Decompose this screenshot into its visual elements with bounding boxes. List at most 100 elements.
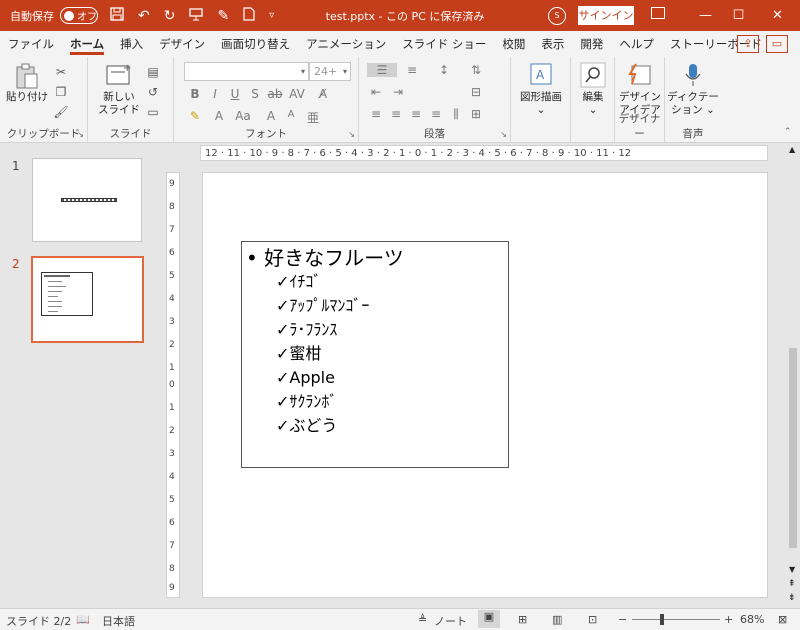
- notes-icon[interactable]: ≜: [418, 613, 427, 626]
- decrease-indent-icon[interactable]: ⇤: [367, 85, 385, 99]
- vertical-scrollbar[interactable]: ▲ ▼ ⇞ ⇟: [786, 143, 800, 608]
- accessibility-icon[interactable]: 📖: [76, 613, 90, 626]
- list-item[interactable]: ✓ぶどう: [276, 414, 369, 438]
- slide-thumbnail-2[interactable]: [31, 256, 144, 343]
- comment-icon[interactable]: ▭: [766, 35, 788, 53]
- font-color-icon[interactable]: A: [210, 109, 228, 123]
- bullets-icon[interactable]: ☰: [367, 63, 397, 77]
- smartart-icon[interactable]: ⊞: [467, 107, 485, 121]
- font-launcher-icon[interactable]: ↘: [348, 130, 355, 139]
- redo-icon[interactable]: ↻: [164, 8, 176, 24]
- autosave-toggle[interactable]: オフ: [60, 7, 98, 24]
- copy-icon[interactable]: ❐: [50, 83, 72, 101]
- font-size-combo[interactable]: 24+ ▾: [309, 62, 351, 81]
- normal-view-icon[interactable]: ▣: [478, 610, 500, 628]
- slide-sorter-icon[interactable]: ⊞: [518, 613, 527, 626]
- new-slide-button[interactable]: + 新しい スライド: [96, 62, 142, 117]
- slideshow-view-icon[interactable]: ⊡: [588, 613, 597, 626]
- scroll-up-icon[interactable]: ▲: [789, 145, 795, 154]
- increase-indent-icon[interactable]: ⇥: [389, 85, 407, 99]
- scroll-down-icon[interactable]: ▼: [789, 565, 795, 574]
- highlight-icon[interactable]: ✎: [186, 109, 204, 123]
- slide-thumbnail-1[interactable]: [32, 158, 142, 242]
- paragraph-launcher-icon[interactable]: ↘: [500, 130, 507, 139]
- list-item[interactable]: ✓ｻｸﾗﾝﾎﾞ: [276, 390, 369, 414]
- list-item[interactable]: ✓蜜柑: [276, 342, 369, 366]
- present-icon[interactable]: [189, 7, 204, 25]
- tab-insert[interactable]: 挿入: [112, 31, 151, 57]
- numbering-icon[interactable]: ≡: [403, 63, 421, 77]
- next-slide-icon[interactable]: ⇟: [788, 593, 796, 603]
- bold-icon[interactable]: B: [186, 87, 204, 101]
- align-text-icon[interactable]: ⊟: [467, 85, 485, 99]
- zoom-level[interactable]: 68%: [740, 613, 764, 626]
- design-ideas-button[interactable]: デザイン アイデア: [617, 62, 663, 117]
- drawing-button[interactable]: A 図形描画 ⌄: [513, 62, 569, 117]
- tab-design[interactable]: デザイン: [151, 31, 213, 57]
- shadow-icon[interactable]: S: [246, 87, 264, 101]
- tab-help[interactable]: ヘルプ: [611, 31, 662, 57]
- line-spacing-icon[interactable]: ↕: [435, 63, 453, 77]
- notes-button[interactable]: ノート: [434, 613, 467, 629]
- zoom-out-button[interactable]: −: [618, 613, 627, 626]
- save-icon[interactable]: [110, 6, 124, 25]
- zoom-slider-track[interactable]: [632, 619, 720, 620]
- scrollbar-thumb[interactable]: [789, 348, 797, 548]
- reading-view-icon[interactable]: ▥: [552, 613, 562, 626]
- format-painter-qa-icon[interactable]: ✎: [217, 8, 229, 24]
- fit-to-window-icon[interactable]: ⊠: [778, 613, 787, 626]
- tab-transitions[interactable]: 画面切り替え: [213, 31, 298, 57]
- char-spacing-icon[interactable]: AV: [288, 87, 306, 101]
- paste-button[interactable]: 貼り付け: [6, 62, 48, 104]
- grow-font-icon[interactable]: A: [262, 109, 280, 123]
- tab-view[interactable]: 表示: [533, 31, 572, 57]
- share-icon[interactable]: ⇪: [737, 35, 759, 53]
- tab-review[interactable]: 校閲: [494, 31, 533, 57]
- prev-slide-icon[interactable]: ⇞: [788, 579, 796, 589]
- clear-format-icon[interactable]: A̸: [314, 87, 332, 101]
- tab-developer[interactable]: 開発: [572, 31, 611, 57]
- cut-icon[interactable]: ✂: [50, 63, 72, 81]
- dictate-button[interactable]: ディクテー ション ⌄: [667, 62, 719, 117]
- signin-button[interactable]: サインイン: [578, 6, 634, 25]
- font-name-combo[interactable]: ▾: [184, 62, 309, 81]
- list-item[interactable]: ✓Apple: [276, 366, 369, 390]
- tab-file[interactable]: ファイル: [0, 31, 62, 57]
- ribbon-display-icon[interactable]: [651, 7, 665, 19]
- reset-icon[interactable]: ↺: [142, 83, 164, 101]
- italic-icon[interactable]: I: [206, 87, 224, 101]
- zoom-slider-thumb[interactable]: [660, 614, 664, 625]
- underline-icon[interactable]: U: [226, 87, 244, 101]
- document-icon[interactable]: [243, 6, 255, 25]
- align-left-icon[interactable]: ≡: [367, 107, 385, 121]
- shrink-font-icon[interactable]: A: [282, 109, 300, 120]
- align-right-icon[interactable]: ≡: [407, 107, 425, 121]
- list-item[interactable]: ✓ﾗ･ﾌﾗﾝｽ: [276, 318, 369, 342]
- editing-button[interactable]: 編集 ⌄: [573, 62, 613, 117]
- zoom-in-button[interactable]: +: [724, 613, 733, 626]
- justify-icon[interactable]: ≡: [427, 107, 445, 121]
- customize-qa-icon[interactable]: ▿: [269, 10, 274, 21]
- format-painter-icon[interactable]: 🖌: [50, 103, 72, 121]
- content-textbox[interactable]: • 好きなフルーツ ✓ｲﾁｺﾞ ✓ｱｯﾌﾟﾙﾏﾝｺﾞｰ ✓ﾗ･ﾌﾗﾝｽ ✓蜜柑 …: [241, 241, 509, 468]
- bullet-heading[interactable]: • 好きなフルーツ: [246, 242, 404, 271]
- close-button[interactable]: ✕: [755, 0, 800, 31]
- strikethrough-icon[interactable]: ab: [266, 87, 284, 101]
- undo-icon[interactable]: ↶: [138, 8, 150, 24]
- collapse-ribbon-icon[interactable]: ⌃: [784, 127, 792, 137]
- list-item[interactable]: ✓ｱｯﾌﾟﾙﾏﾝｺﾞｰ: [276, 294, 369, 318]
- tab-home[interactable]: ホーム: [62, 31, 112, 57]
- language-indicator[interactable]: 日本語: [102, 613, 135, 629]
- align-center-icon[interactable]: ≡: [387, 107, 405, 121]
- phonetic-icon[interactable]: 亜: [304, 109, 322, 126]
- section-icon[interactable]: ▭: [142, 103, 164, 121]
- columns-icon[interactable]: ⫼: [447, 107, 465, 122]
- layout-icon[interactable]: ▤: [142, 63, 164, 81]
- user-avatar[interactable]: S: [548, 7, 566, 25]
- list-item[interactable]: ✓ｲﾁｺﾞ: [276, 270, 369, 294]
- tab-slideshow[interactable]: スライド ショー: [394, 31, 494, 57]
- change-case-icon[interactable]: Aa: [234, 109, 252, 123]
- tab-animations[interactable]: アニメーション: [298, 31, 394, 57]
- text-direction-icon[interactable]: ⇅: [467, 63, 485, 77]
- clipboard-launcher-icon[interactable]: ↘: [77, 130, 84, 139]
